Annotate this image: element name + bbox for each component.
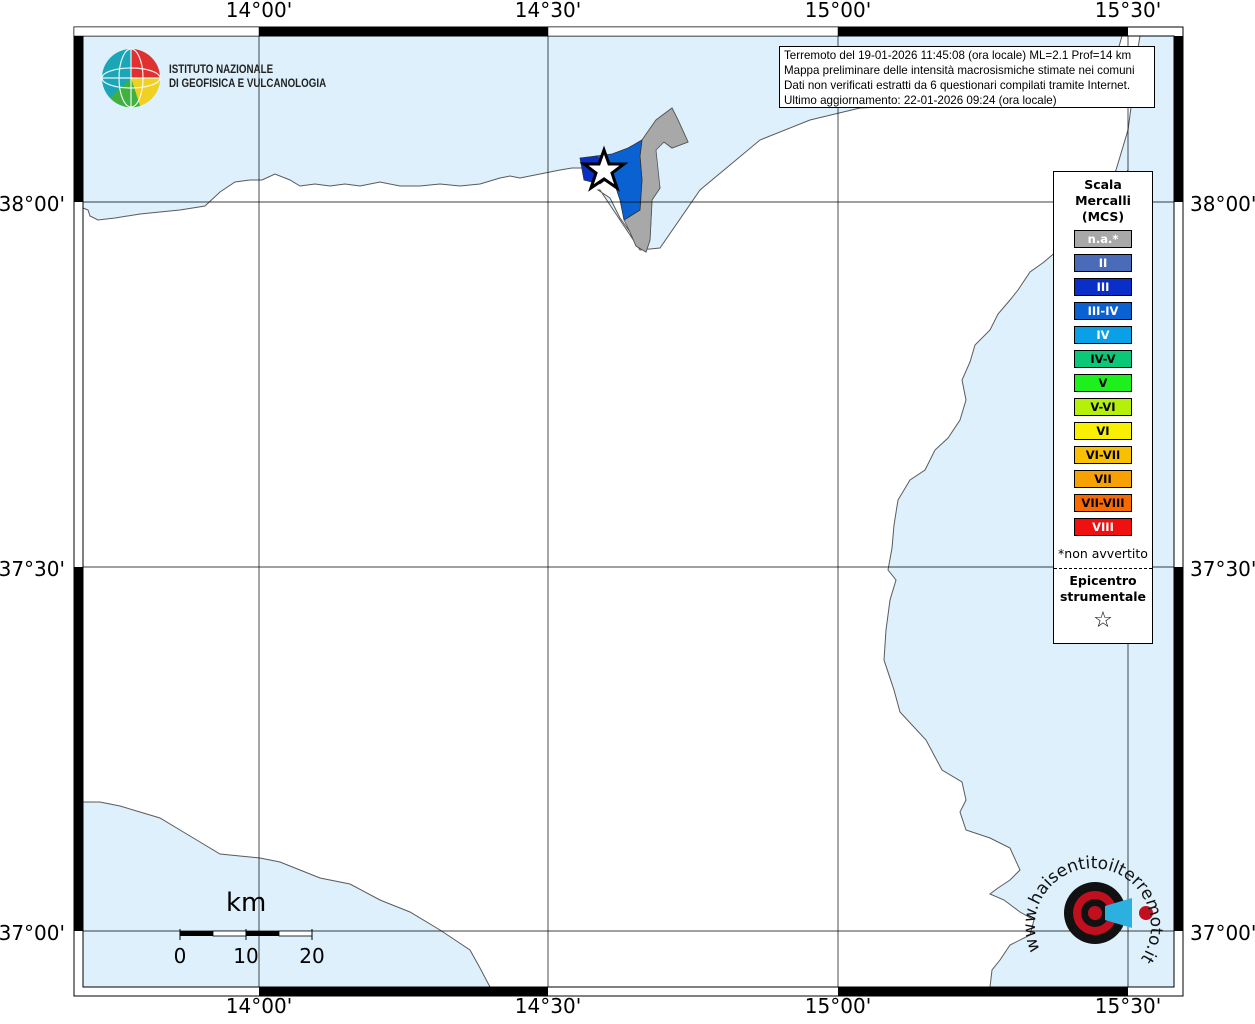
legend-epicenter-line1: Epicentro — [1069, 573, 1137, 588]
legend-star-icon: ☆ — [1093, 608, 1113, 633]
legend-title-line3: (MCS) — [1081, 209, 1125, 224]
legend-title-line1: Scala — [1084, 177, 1122, 192]
info-line-1: Terremoto del 19-01-2026 11:45:08 (ora l… — [784, 49, 1132, 62]
bottom-lon-label-2: 14°30' — [514, 994, 582, 1018]
legend-separator — [1054, 568, 1152, 569]
bottom-lon-label-4: 15°30' — [1094, 994, 1162, 1018]
info-line-3: Dati non verificati estratti da 6 questi… — [784, 79, 1131, 92]
bottom-lon-label-3: 15°00' — [804, 994, 872, 1018]
legend-swatch: VII-VIII — [1074, 494, 1132, 512]
institute-name: ISTITUTO NAZIONALE DI GEOFISICA E VULCAN… — [169, 63, 326, 91]
info-line-4: Ultimo aggiornamento: 22-01-2026 09:24 (… — [784, 94, 1057, 107]
right-lat-label-2: 37°30' — [1190, 557, 1255, 581]
scale-tick-10: 10 — [233, 944, 259, 968]
legend-swatch: V-VI — [1074, 398, 1132, 416]
legend-swatch: IV-V — [1074, 350, 1132, 368]
legend-note: *non avvertito — [1058, 546, 1148, 561]
institute-name-line1: ISTITUTO NAZIONALE — [169, 64, 274, 76]
legend-swatch: VI — [1074, 422, 1132, 440]
legend-swatch: III-IV — [1074, 302, 1132, 320]
top-lon-label-3: 15°00' — [804, 0, 872, 22]
legend-swatch: VI-VII — [1074, 446, 1132, 464]
ingv-logo-icon — [101, 48, 161, 108]
bottom-lon-label-1: 14°00' — [225, 994, 293, 1018]
info-line-2: Mappa preliminare delle intensità macros… — [784, 64, 1135, 77]
legend-swatch: VII — [1074, 470, 1132, 488]
legend-title-line2: Mercalli — [1075, 193, 1131, 208]
mercalli-legend: Scala Mercalli (MCS) n.a.* II III III-IV IV I… — [1053, 171, 1153, 644]
legend-swatch: IV — [1074, 326, 1132, 344]
institute-name-line2: DI GEOFISICA E VULCANOLOGIA — [169, 78, 327, 90]
legend-swatch: VIII — [1074, 518, 1132, 536]
left-lat-label-2: 37°30' — [0, 557, 65, 581]
scale-bar-title: km — [226, 888, 267, 918]
legend-swatch: II — [1074, 254, 1132, 272]
legend-title: Scala Mercalli (MCS) — [1054, 177, 1152, 225]
legend-epicenter-label: Epicentro strumentale — [1054, 573, 1152, 605]
left-lat-label-3: 37°00' — [0, 921, 65, 945]
legend-swatch: n.a.* — [1074, 230, 1132, 248]
earthquake-info-box: Terremoto del 19-01-2026 11:45:08 (ora l… — [779, 46, 1155, 108]
legend-swatch: III — [1074, 278, 1132, 296]
right-lat-label-3: 37°00' — [1190, 921, 1255, 945]
top-lon-label-1: 14°00' — [225, 0, 293, 22]
top-lon-label-2: 14°30' — [514, 0, 582, 22]
scale-tick-20: 20 — [299, 944, 325, 968]
legend-swatch: V — [1074, 374, 1132, 392]
left-lat-label-1: 38°00' — [0, 192, 65, 216]
right-lat-label-1: 38°00' — [1190, 192, 1255, 216]
scale-tick-0: 0 — [173, 944, 187, 968]
legend-epicenter-line2: strumentale — [1059, 589, 1147, 604]
top-lon-label-4: 15°30' — [1094, 0, 1162, 22]
